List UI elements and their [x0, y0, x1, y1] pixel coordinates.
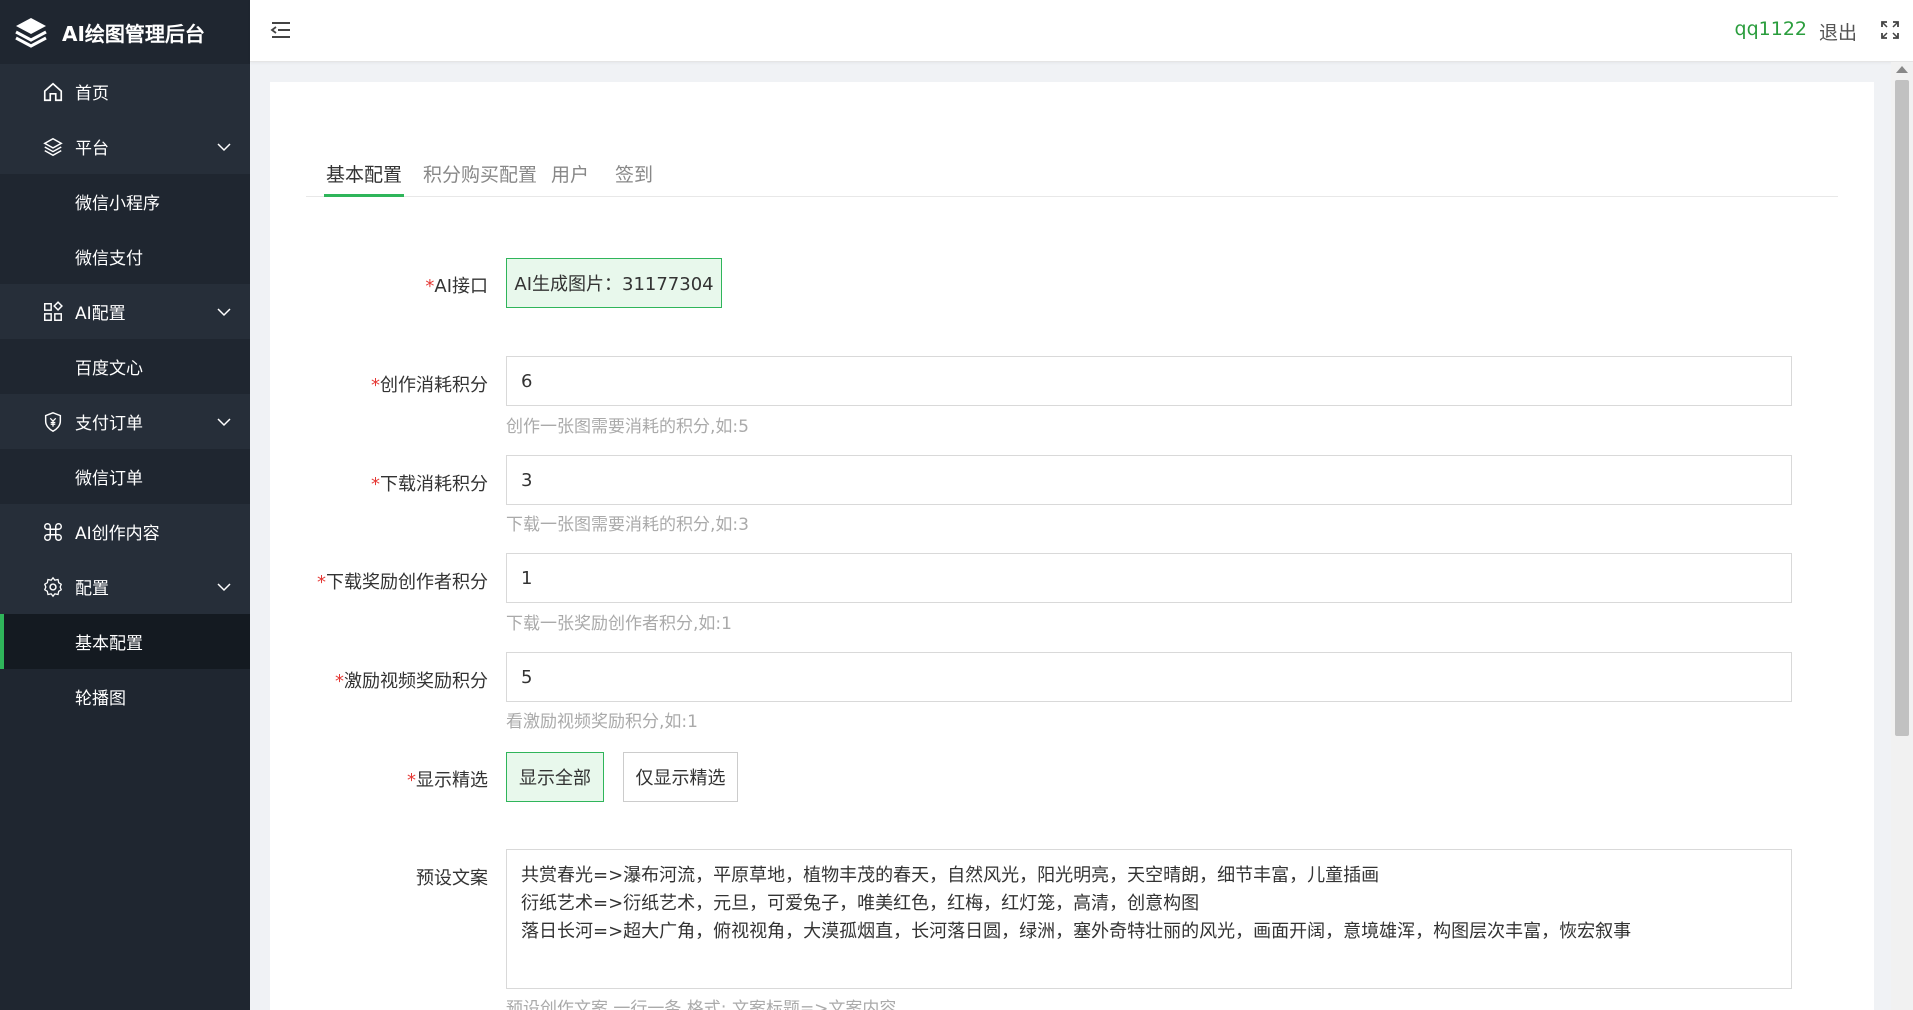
sidebar-item-label: 微信小程序 [75, 194, 160, 214]
sidebar-item-label: 首页 [75, 84, 109, 104]
chevron-down-icon [217, 142, 231, 151]
layers-logo-icon [15, 18, 47, 48]
sidebar-item-label: 百度文心 [75, 359, 143, 379]
sidebar: AI绘图管理后台 首页 平台 微信小程序 微信支付 AI配置 百度文心 支付订单 [0, 0, 250, 1010]
sidebar-item-platform[interactable]: 平台 [0, 119, 250, 174]
download-cost-input[interactable]: 3 [506, 455, 1792, 505]
sidebar-item-basic-config[interactable]: 基本配置 [0, 614, 250, 669]
video-reward-hint: 看激励视频奖励积分,如:1 [506, 712, 698, 732]
sidebar-item-wechat-orders[interactable]: 微信订单 [0, 449, 250, 504]
download-cost-label: *下载消耗积分 [371, 474, 488, 495]
sidebar-item-home[interactable]: 首页 [0, 64, 250, 119]
video-reward-input[interactable]: 5 [506, 652, 1792, 702]
command-icon [41, 520, 65, 544]
sidebar-item-label: 微信订单 [75, 469, 143, 489]
video-reward-label: *激励视频奖励积分 [335, 671, 488, 692]
sidebar-item-label: 平台 [75, 139, 109, 159]
create-cost-hint: 创作一张图需要消耗的积分,如:5 [506, 417, 749, 437]
home-icon [41, 80, 65, 104]
create-cost-label: *创作消耗积分 [371, 375, 488, 396]
preset-line: 衍纸艺术=>衍纸艺术，元旦，可爱兔子，唯美红色，红梅，红灯笼，高清，创意构图 [521, 893, 1200, 914]
app-title: AI绘图管理后台 [62, 21, 205, 46]
display-label: *显示精选 [407, 770, 488, 791]
config-tabs: 基本配置 积分购买配置 用户 签到 [306, 142, 1838, 197]
display-all-option[interactable]: 显示全部 [506, 752, 604, 802]
preset-hint: 预设创作文案,一行一条,格式: 文案标题=>文案内容 [506, 999, 897, 1010]
sidebar-item-settings[interactable]: 配置 [0, 559, 250, 614]
create-cost-input[interactable]: 6 [506, 356, 1792, 406]
download-reward-input[interactable]: 1 [506, 553, 1792, 603]
chevron-down-icon [217, 307, 231, 316]
scrollbar-thumb[interactable] [1895, 80, 1909, 736]
logo[interactable]: AI绘图管理后台 [0, 0, 250, 64]
sidebar-item-wechat-pay[interactable]: 微信支付 [0, 229, 250, 284]
preset-line: 落日长河=>超大广角，俯视视角，大漠孤烟直，长河落日圆，绿洲，塞外奇特壮丽的风光… [521, 921, 1632, 942]
tab-basic-config[interactable]: 基本配置 [323, 160, 405, 197]
sidebar-item-wechat-miniprogram[interactable]: 微信小程序 [0, 174, 250, 229]
yuan-shield-icon [41, 410, 65, 434]
ai-api-option[interactable]: AI生成图片：31177304 [506, 258, 722, 308]
tab-checkin[interactable]: 签到 [615, 160, 653, 196]
page-scrollbar[interactable] [1891, 62, 1913, 1010]
user-name[interactable]: qq1122 [1735, 18, 1807, 40]
display-featured-option[interactable]: 仅显示精选 [623, 752, 738, 802]
preset-textarea[interactable]: 共赏春光=>瀑布河流，平原草地，植物丰茂的春天，自然风光，阳光明亮，天空晴朗，细… [506, 849, 1792, 989]
preset-line: 共赏春光=>瀑布河流，平原草地，植物丰茂的春天，自然风光，阳光明亮，天空晴朗，细… [521, 865, 1380, 886]
sidebar-item-baidu-wenxin[interactable]: 百度文心 [0, 339, 250, 394]
sidebar-item-label: AI创作内容 [75, 524, 160, 544]
sidebar-item-pay-orders[interactable]: 支付订单 [0, 394, 250, 449]
fullscreen-icon[interactable] [1881, 21, 1899, 39]
top-header: qq1122 退出 [250, 0, 1913, 62]
sidebar-item-ai-content[interactable]: AI创作内容 [0, 504, 250, 559]
tab-users[interactable]: 用户 [551, 160, 589, 196]
sidebar-item-label: AI配置 [75, 304, 126, 324]
chevron-down-icon [217, 417, 231, 426]
preset-label: 预设文案 [416, 868, 488, 889]
scroll-up-arrow[interactable] [1896, 66, 1908, 73]
sidebar-item-label: 基本配置 [75, 634, 143, 654]
ai-api-label: *AI接口 [425, 276, 488, 297]
logout-link[interactable]: 退出 [1819, 18, 1857, 45]
download-reward-label: *下载奖励创作者积分 [317, 572, 488, 593]
main-content: 基本配置 积分购买配置 用户 签到 *AI接口 AI生成图片：31177304 … [270, 82, 1874, 1010]
layers-icon [41, 135, 65, 159]
sidebar-item-label: 轮播图 [75, 689, 126, 709]
sidebar-item-label: 配置 [75, 579, 109, 599]
sidebar-item-carousel[interactable]: 轮播图 [0, 669, 250, 724]
menu-fold-icon[interactable] [270, 19, 292, 41]
chevron-down-icon [217, 582, 231, 591]
sidebar-item-label: 支付订单 [75, 414, 143, 434]
grid-apps-icon [41, 300, 65, 324]
sidebar-item-label: 微信支付 [75, 249, 143, 269]
download-reward-hint: 下载一张奖励创作者积分,如:1 [506, 614, 732, 634]
gear-icon [41, 575, 65, 599]
sidebar-item-ai-config[interactable]: AI配置 [0, 284, 250, 339]
download-cost-hint: 下载一张图需要消耗的积分,如:3 [506, 515, 749, 535]
tab-points-purchase[interactable]: 积分购买配置 [423, 160, 537, 196]
